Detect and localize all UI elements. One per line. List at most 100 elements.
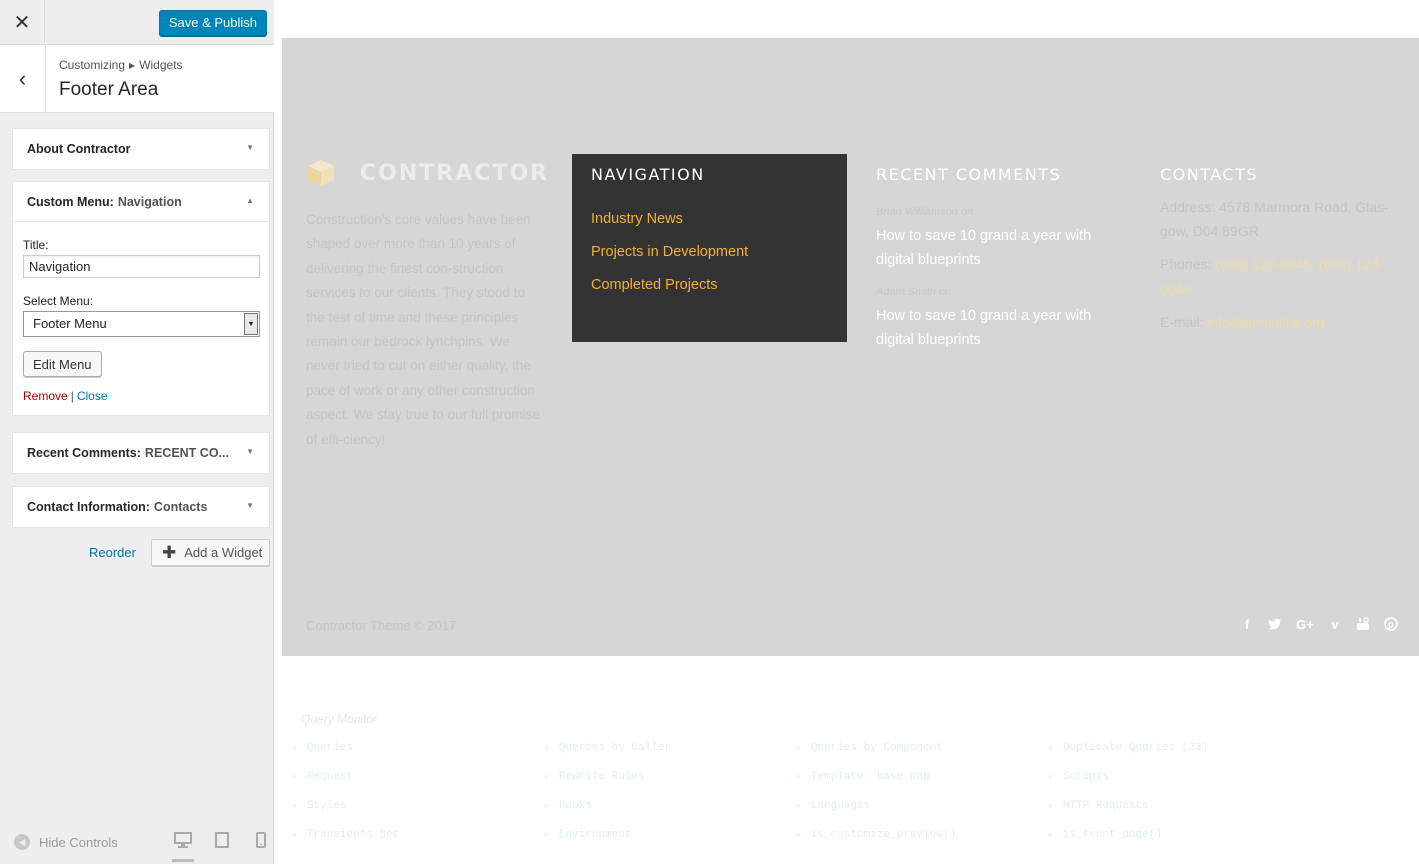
query-monitor-item[interactable]: Queries	[292, 742, 353, 754]
close-link[interactable]: Close	[77, 389, 108, 403]
nav-link[interactable]: Projects in Development	[591, 236, 828, 269]
site-footer: CONTRACTOR Construction's core values ha…	[282, 38, 1419, 656]
query-monitor-item[interactable]: Duplicate Queries (23)	[1048, 742, 1208, 754]
recent-comments-title: RECENT COMMENTS	[876, 165, 1062, 184]
site-preview: CONTRACTOR Construction's core values ha…	[282, 0, 1419, 864]
query-monitor-item[interactable]: Hooks	[544, 800, 592, 812]
query-monitor-item[interactable]: Queries by Caller	[544, 742, 671, 754]
widget-recent-comments: Recent Comments: RECENT CO... ▼	[12, 432, 270, 474]
widget-form: Title: Select Menu: Footer Menu ▼ Edit M…	[13, 222, 269, 415]
remove-link[interactable]: Remove	[23, 389, 68, 403]
collapse-arrow-icon: ◀	[14, 834, 30, 850]
mobile-preview-button[interactable]	[250, 832, 272, 856]
phones-label: Phones:	[1160, 256, 1212, 273]
query-monitor-item[interactable]: Languages	[796, 800, 870, 812]
query-monitor-item[interactable]: Styles	[292, 800, 347, 812]
add-widget-button[interactable]: ✚ Add a Widget	[151, 539, 270, 566]
query-monitor-item[interactable]: HTTP Requests	[1048, 800, 1149, 812]
expand-arrow-icon[interactable]: ▼	[246, 143, 254, 152]
pinterest-icon[interactable]: p	[1383, 616, 1399, 632]
social-links: f G+ v p	[1239, 616, 1399, 632]
breadcrumb-section: Widgets	[139, 58, 183, 72]
navigation-links: Industry News Projects in Development Co…	[591, 203, 828, 302]
tablet-icon	[215, 832, 229, 848]
contact-email: E-mail: info@demolink.org	[1160, 310, 1400, 334]
svg-text:p: p	[1388, 619, 1394, 629]
email-link[interactable]: info@demolink.org	[1207, 314, 1324, 330]
comment-link[interactable]: How to save 10 grand a year with digital…	[876, 224, 1106, 272]
copyright-text: Contractor Theme © 2017	[306, 618, 457, 633]
selected-menu-value: Footer Menu	[33, 316, 107, 331]
query-monitor-item[interactable]: is_customize_preview()	[796, 829, 956, 841]
cube-logo-icon	[308, 160, 334, 186]
close-customizer-button[interactable]: ✕	[0, 0, 45, 45]
facebook-icon[interactable]: f	[1239, 616, 1255, 632]
contacts-title: CONTACTS	[1160, 165, 1259, 184]
about-text: Construction's core values have been sha…	[306, 212, 540, 447]
hide-controls-label: Hide Controls	[39, 834, 118, 850]
desktop-preview-button[interactable]	[172, 832, 194, 862]
youtube-icon[interactable]	[1355, 616, 1371, 632]
footer-brand: CONTRACTOR	[306, 158, 549, 188]
add-widget-label: Add a Widget	[184, 545, 263, 560]
dropdown-caret-icon[interactable]: ▼	[244, 313, 258, 335]
contact-address: Address: 4578 Marmora Road, Glas-gow, D0…	[1160, 199, 1389, 240]
query-monitor-item[interactable]: Transients Set	[292, 829, 399, 841]
query-monitor-item[interactable]: Queries by Component	[796, 742, 943, 754]
collapse-arrow-icon[interactable]: ▲	[246, 196, 254, 205]
breadcrumb: Customizing ▶ Widgets	[59, 58, 183, 72]
widget-header[interactable]: About Contractor ▼	[13, 129, 269, 169]
title-input[interactable]	[23, 255, 260, 278]
query-monitor-item[interactable]: Rewrite Rules	[544, 771, 645, 783]
navigation-widget: NAVIGATION Industry News Projects in Dev…	[572, 154, 847, 342]
customizer-sidebar: ✕ Save & Publish ‹ Customizing ▶ Widgets F…	[0, 0, 274, 864]
query-monitor-item[interactable]: Request	[292, 771, 353, 783]
widget-subtitle: Contacts	[153, 500, 208, 514]
query-monitor-item[interactable]: Template: base.php	[796, 771, 930, 783]
reorder-link[interactable]: Reorder	[89, 545, 136, 560]
widget-subtitle: RECENT CO...	[144, 446, 229, 460]
nav-link[interactable]: Completed Projects	[591, 269, 828, 302]
widget-name: Contact Information:	[27, 500, 150, 514]
vimeo-icon[interactable]: v	[1327, 616, 1343, 632]
twitter-icon[interactable]	[1267, 616, 1283, 632]
widget-actions: Remove | Close	[23, 389, 259, 403]
section-title-bar: ‹ Customizing ▶ Widgets Footer Area	[0, 45, 274, 113]
contact-phones: Phones: (800) 123-0045, (800) 123-0046	[1160, 252, 1400, 300]
select-menu-label: Select Menu:	[23, 294, 94, 308]
hide-controls-button[interactable]: ◀ Hide Controls	[14, 834, 118, 850]
close-icon: ✕	[13, 12, 31, 34]
preview-top-strip	[282, 0, 1419, 38]
nav-link[interactable]: Industry News	[591, 203, 828, 236]
comment-link[interactable]: How to save 10 grand a year with digital…	[876, 304, 1106, 352]
back-button[interactable]: ‹	[0, 45, 46, 112]
contacts-widget: CONTACTS Address: 4578 Marmora Road, Gla…	[1160, 165, 1400, 334]
plus-icon: ✚	[162, 543, 177, 562]
save-publish-button[interactable]: Save & Publish	[158, 10, 267, 36]
comment-author: Adam Smith on	[876, 286, 952, 298]
select-menu-dropdown[interactable]: Footer Menu ▼	[23, 311, 260, 337]
tablet-preview-button[interactable]	[211, 832, 233, 856]
brand-name: CONTRACTOR	[360, 160, 550, 186]
query-monitor-item[interactable]: Scripts	[1048, 771, 1109, 783]
widget-header[interactable]: Contact Information: Contacts ▼	[13, 487, 269, 527]
expand-arrow-icon[interactable]: ▼	[246, 447, 254, 456]
widget-contact-information: Contact Information: Contacts ▼	[12, 486, 270, 528]
google-plus-icon[interactable]: G+	[1295, 616, 1315, 632]
widget-header[interactable]: Recent Comments: RECENT CO... ▼	[13, 433, 269, 473]
widget-header[interactable]: Custom Menu: Navigation ▲	[13, 182, 269, 222]
mobile-icon	[256, 832, 266, 848]
query-monitor-item[interactable]: Environment	[544, 829, 632, 841]
edit-menu-button[interactable]: Edit Menu	[23, 351, 102, 377]
action-separator: |	[70, 389, 74, 403]
breadcrumb-root: Customizing	[59, 58, 126, 72]
desktop-icon	[174, 832, 192, 848]
widget-subtitle: Navigation	[117, 194, 182, 209]
query-monitor-item[interactable]: is_front_page()	[1048, 829, 1162, 841]
section-heading: Footer Area	[59, 79, 159, 100]
title-label: Title:	[23, 238, 49, 252]
query-monitor-title: Query Monitor	[301, 712, 378, 726]
expand-arrow-icon[interactable]: ▼	[246, 501, 254, 510]
triangle-right-icon: ▶	[129, 61, 136, 70]
widget-name: Custom Menu:	[27, 194, 114, 209]
